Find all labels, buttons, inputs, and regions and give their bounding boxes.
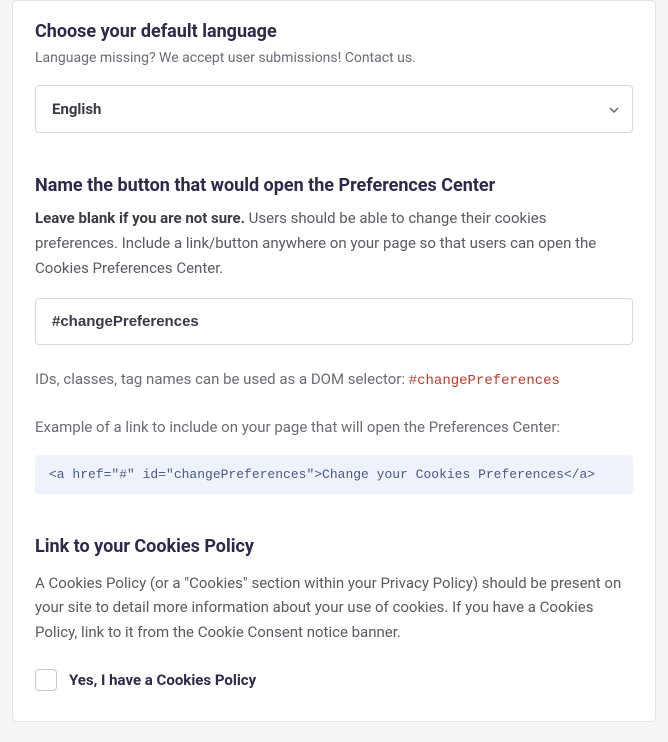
cookies-policy-check-row: Yes, I have a Cookies Policy [35, 669, 633, 691]
selector-hint-code: #changePreferences [409, 373, 560, 389]
cookies-policy-description: A Cookies Policy (or a "Cookies" section… [35, 571, 633, 645]
example-code-block: <a href="#" id="changePreferences">Chang… [35, 455, 633, 494]
selector-hint: IDs, classes, tag names can be used as a… [35, 367, 633, 392]
preferences-heading: Name the button that would open the Pref… [35, 175, 633, 196]
preferences-section: Name the button that would open the Pref… [35, 175, 633, 494]
preferences-selector-input[interactable] [35, 298, 633, 345]
cookies-policy-checkbox[interactable] [35, 669, 57, 691]
language-select-wrap: English [35, 85, 633, 133]
preferences-description: Leave blank if you are not sure. Users s… [35, 206, 633, 280]
language-heading: Choose your default language [35, 21, 633, 42]
preferences-desc-bold: Leave blank if you are not sure. [35, 209, 245, 227]
language-select[interactable]: English [35, 85, 633, 133]
example-label: Example of a link to include on your pag… [35, 415, 633, 439]
cookies-policy-section: Link to your Cookies Policy A Cookies Po… [35, 536, 633, 691]
settings-card: Choose your default language Language mi… [12, 0, 656, 722]
language-section: Choose your default language Language mi… [35, 21, 633, 133]
cookies-policy-checkbox-label: Yes, I have a Cookies Policy [69, 671, 256, 689]
language-subtext: Language missing? We accept user submiss… [35, 48, 633, 69]
selector-hint-text: IDs, classes, tag names can be used as a… [35, 370, 409, 388]
cookies-policy-heading: Link to your Cookies Policy [35, 536, 633, 557]
